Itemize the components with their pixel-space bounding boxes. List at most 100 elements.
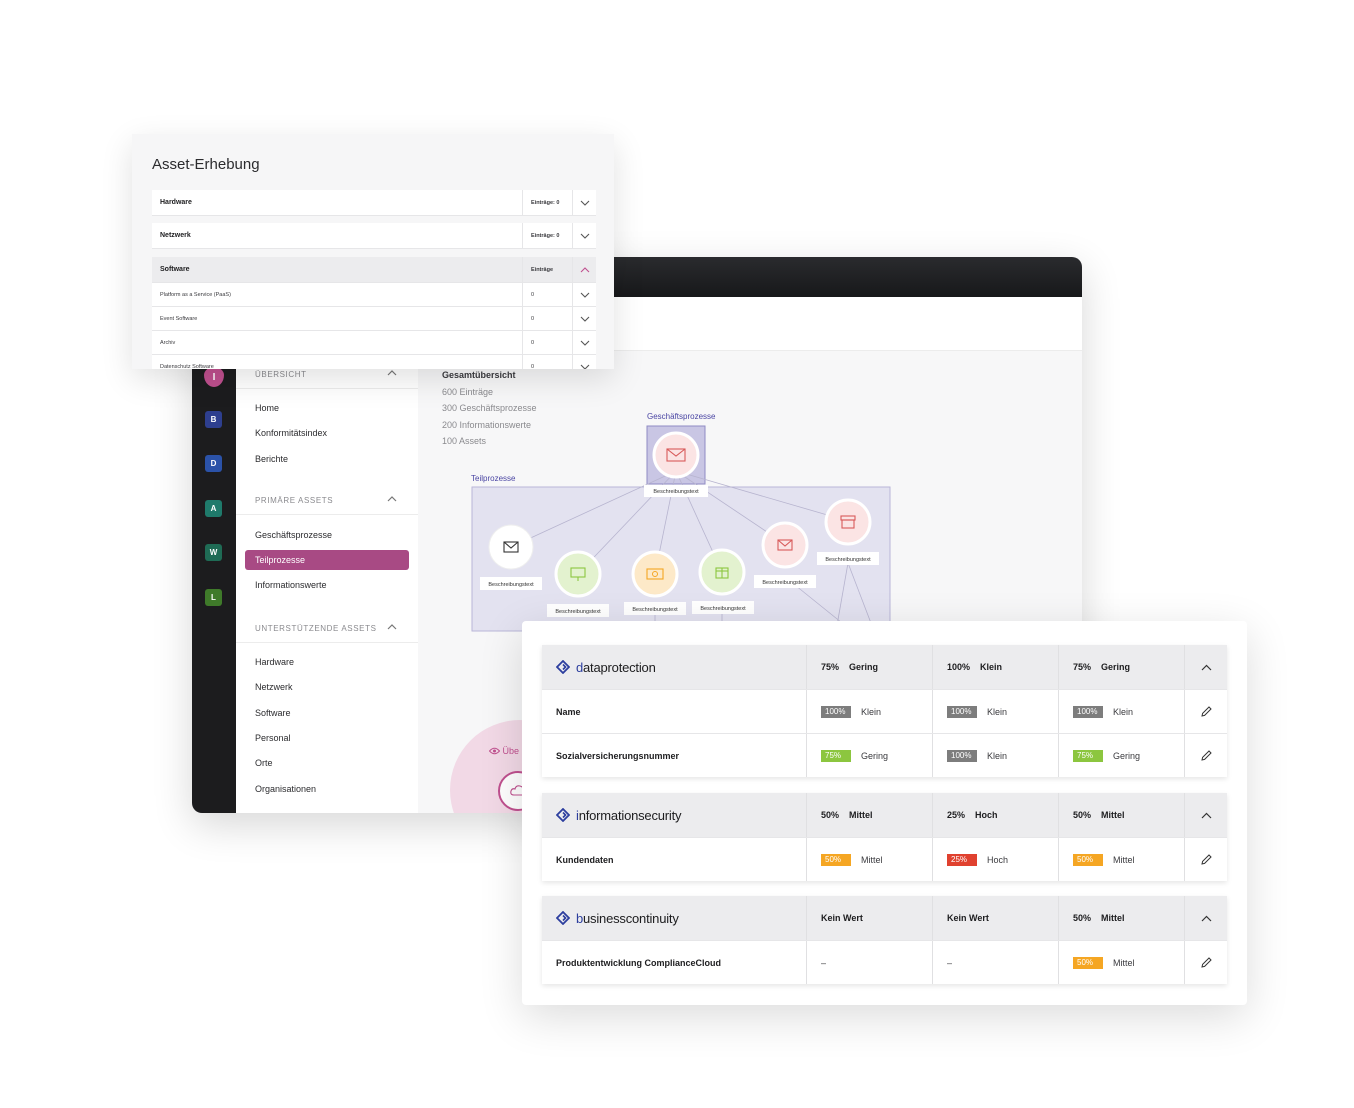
eye-label-text: Übe	[502, 746, 520, 756]
table-row[interactable]: Name 100% Klein 100% Klein 100% Klein	[542, 689, 1227, 733]
table-row[interactable]: Kundendaten 50% Mittel 25% Hoch 50% Mittel	[542, 837, 1227, 881]
brand-logo-icon	[556, 660, 570, 674]
table-row[interactable]: Produktentwicklung ComplianceCloud – – 5…	[542, 940, 1227, 984]
head-pct: 50%	[1073, 810, 1092, 820]
level-label: Gering	[1113, 750, 1141, 761]
brand-rest: usinesscontinuity	[583, 910, 679, 926]
asset-row-software[interactable]: Software Einträge	[152, 257, 596, 283]
asset-row-toggle[interactable]	[572, 307, 596, 330]
asset-subrow[interactable]: Archiv 0	[152, 331, 596, 355]
group-brand-cell: businesscontinuity	[542, 896, 806, 940]
head-level: Gering	[1101, 662, 1131, 672]
eye-label[interactable]: Übe	[488, 746, 520, 756]
asset-row-name: Platform as a Service (PaaS)	[160, 291, 231, 298]
percent-badge: 25%	[947, 853, 977, 866]
value-cell: –	[806, 941, 932, 984]
head-cell: Kein Wert	[932, 896, 1058, 940]
value-cell: 75% Gering	[1058, 734, 1184, 777]
head-pct: 75%	[821, 662, 840, 672]
item-name-cell: Name	[542, 690, 806, 733]
brand-informationsecurity: informationsecurity	[556, 807, 682, 823]
brand-rest: nformationsecurity	[578, 807, 682, 823]
asset-erhebung-title: Asset-Erhebung	[152, 156, 260, 173]
collapse-toggle[interactable]	[1184, 645, 1227, 689]
asset-row-count: 0	[522, 307, 572, 330]
level-label: Hoch	[987, 854, 1009, 865]
head-pct: 100%	[947, 662, 971, 672]
brand-rest: ataprotection	[583, 659, 656, 675]
pencil-icon	[1200, 750, 1212, 761]
asset-row-toggle[interactable]	[572, 331, 596, 354]
level-label: Klein	[987, 706, 1008, 717]
node-caption: Beschreibungstext	[762, 580, 808, 586]
asset-row-toggle[interactable]	[572, 283, 596, 306]
value-cell: –	[932, 941, 1058, 984]
asset-subrow[interactable]: Datenschutz Software 0	[152, 355, 596, 369]
asset-row-netzwerk[interactable]: Netzwerk Einträge: 0	[152, 223, 596, 249]
chevron-up-icon	[580, 266, 589, 272]
head-level: Mittel	[1101, 913, 1125, 923]
asset-row-toggle[interactable]	[572, 190, 596, 215]
value-cell: 50% Mittel	[1058, 941, 1184, 984]
asset-row-count: 0	[522, 283, 572, 306]
node-caption: Beschreibungstext	[653, 489, 699, 495]
chevron-up-icon	[1201, 812, 1211, 818]
chevron-up-icon	[1201, 664, 1211, 670]
asset-row-name: Hardware	[160, 199, 192, 206]
group-header-row[interactable]: informationsecurity 50% Mittel 25% Hoch 50…	[542, 793, 1227, 837]
asset-row-count: Einträge: 0	[522, 223, 572, 248]
table-row[interactable]: Sozialversicherungsnummer 75% Gering 100%…	[542, 733, 1227, 777]
group-brand-cell: dataprotection	[542, 645, 806, 689]
asset-row-name: Archiv	[160, 339, 176, 346]
value-cell: 100% Klein	[1058, 690, 1184, 733]
brand-businesscontinuity: businesscontinuity	[556, 911, 679, 926]
asset-row-toggle[interactable]	[572, 257, 596, 282]
collapse-toggle[interactable]	[1184, 793, 1227, 837]
asset-subrow[interactable]: Platform as a Service (PaaS) 0	[152, 283, 596, 307]
asset-row-hardware[interactable]: Hardware Einträge: 0	[152, 190, 596, 216]
percent-badge: 50%	[1073, 956, 1103, 969]
item-name: Name	[556, 706, 581, 717]
chevron-down-icon	[580, 233, 589, 239]
asset-row-count: Einträge: 0	[522, 190, 572, 215]
value-cell: 50% Mittel	[806, 838, 932, 881]
value-cell: 100% Klein	[806, 690, 932, 733]
asset-row-toggle[interactable]	[572, 355, 596, 369]
asset-subrow[interactable]: Event Software 0	[152, 307, 596, 331]
asset-row-toggle[interactable]	[572, 223, 596, 248]
value-cell: 100% Klein	[932, 690, 1058, 733]
head-pct: 25%	[947, 810, 966, 820]
item-name: Sozialversicherungsnummer	[556, 750, 680, 761]
value-cell: 100% Klein	[932, 734, 1058, 777]
node-caption: Beschreibungstext	[825, 557, 871, 563]
edit-button[interactable]	[1184, 734, 1227, 777]
percent-badge: 100%	[1073, 705, 1103, 718]
percent-badge: 100%	[947, 705, 977, 718]
edit-button[interactable]	[1184, 941, 1227, 984]
head-cell: 50% Mittel	[1058, 793, 1184, 837]
level-label: Gering	[861, 750, 889, 761]
head-level: Mittel	[849, 810, 873, 820]
head-pct: 50%	[821, 810, 840, 820]
percent-badge: 50%	[821, 853, 851, 866]
group-header-row[interactable]: businesscontinuity Kein Wert Kein Wert 5…	[542, 896, 1227, 940]
pencil-icon	[1200, 957, 1212, 968]
edit-button[interactable]	[1184, 690, 1227, 733]
level-label: Mittel	[1113, 957, 1135, 968]
node-caption: Beschreibungstext	[555, 609, 601, 615]
level-label: Klein	[1113, 706, 1134, 717]
group-header-row[interactable]: dataprotection 75% Gering 100% Klein 75% Ge…	[542, 645, 1227, 689]
head-cell: Kein Wert	[806, 896, 932, 940]
value-cell: 50% Mittel	[1058, 838, 1184, 881]
edit-button[interactable]	[1184, 838, 1227, 881]
pencil-icon	[1200, 854, 1212, 865]
chevron-down-icon	[580, 316, 589, 322]
head-pct: 75%	[1073, 662, 1092, 672]
item-name-cell: Produktentwicklung ComplianceCloud	[542, 941, 806, 984]
value-cell: 25% Hoch	[932, 838, 1058, 881]
head-level: Klein	[980, 662, 1003, 672]
asset-row-count: 0	[522, 355, 572, 369]
asset-erhebung-panel: Asset-Erhebung Hardware Einträge: 0 Netz…	[132, 134, 614, 369]
pencil-icon	[1200, 706, 1212, 717]
collapse-toggle[interactable]	[1184, 896, 1227, 940]
